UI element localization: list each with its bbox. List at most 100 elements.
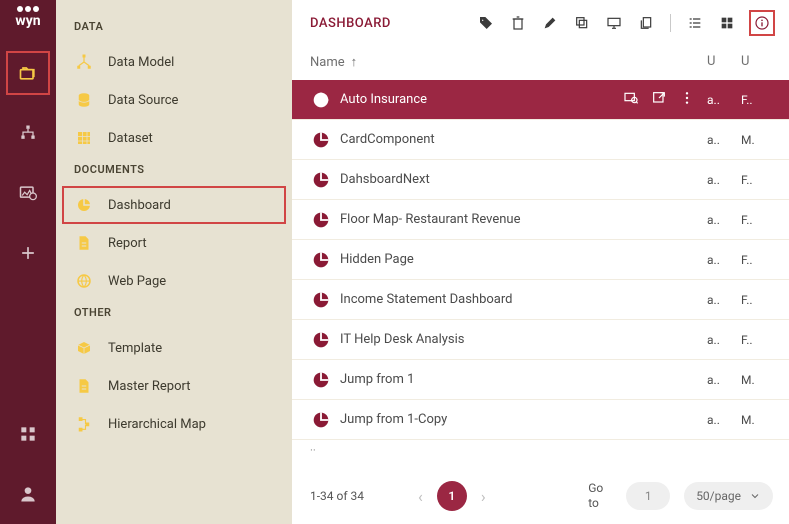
nav-group-label: OTHER [56,300,292,329]
row-name: CardComponent [340,132,707,147]
table-row[interactable]: Jump from 1-Copya..M. [292,400,789,440]
row-u1: a.. [707,133,741,147]
brand-logo: wyn [15,6,40,29]
row-u2: F.. [741,93,775,107]
duplicate-button[interactable] [572,13,592,33]
row-u1: a.. [707,373,741,387]
network-icon [75,53,93,71]
dashboard-row-icon [310,89,332,111]
copy-icon [574,15,590,31]
view-grid-button[interactable] [717,13,737,33]
toolbar-separator [670,14,671,32]
clone-button[interactable] [636,13,656,33]
table-row[interactable]: CardComponenta..M. [292,120,789,160]
more-icon [679,90,695,106]
row-u1: a.. [707,253,741,267]
info-button[interactable] [749,10,775,36]
open-icon [651,90,667,106]
per-page-select[interactable]: 50/page [684,482,773,510]
row-name: Jump from 1-Copy [340,412,707,427]
table-row[interactable]: DahsboardNexta..F.. [292,160,789,200]
nav-item-hierarchical-map[interactable]: Hierarchical Map [56,405,292,443]
nav-item-web-page[interactable]: Web Page [56,262,292,300]
pie-row-icon [310,369,332,391]
row-u2: M. [741,373,775,387]
row-u1: a.. [707,333,741,347]
trash-icon [510,15,526,31]
row-name: IT Help Desk Analysis [340,332,707,347]
dashboard-row-icon [310,249,332,271]
page-next[interactable]: › [481,487,486,506]
duplicate-icon [638,15,654,31]
column-header-u1[interactable]: U [707,54,741,70]
display-button[interactable] [604,13,624,33]
row-actions [623,90,695,110]
nav-item-label: Report [108,236,147,251]
row-u1: a.. [707,93,741,107]
view-list-button[interactable] [685,13,705,33]
row-open-button[interactable] [651,90,667,110]
database-icon [75,91,93,109]
nav-item-dataset[interactable]: Dataset [56,119,292,157]
globe-icon [75,272,93,290]
table-row[interactable]: Jump from 1a..M. [292,360,789,400]
table-row[interactable]: Auto Insurance a..F.. [292,80,789,120]
table-row[interactable]: Hidden Pagea..F.. [292,240,789,280]
image-badge-icon [18,183,38,203]
nav-item-dashboard[interactable]: Dashboard [62,186,286,224]
file-icon [75,234,93,252]
rail-user[interactable] [6,472,50,516]
nav-item-template[interactable]: Template [56,329,292,367]
row-more-button[interactable] [679,90,695,110]
row-name: Jump from 1 [340,372,707,387]
column-header-u2[interactable]: U [741,54,775,70]
pie-row-icon [310,209,332,231]
dashboard-row-icon [310,209,332,231]
rail-apps[interactable] [6,412,50,456]
goto-input[interactable]: 1 [626,482,670,510]
column-header-name[interactable]: Name ↑ [310,54,707,70]
nav-item-label: Hierarchical Map [108,417,206,432]
row-u1: a.. [707,413,741,427]
row-name: Floor Map- Restaurant Revenue [340,212,707,227]
rail-documents[interactable] [6,51,50,95]
nav-item-data-model[interactable]: Data Model [56,43,292,81]
row-u1: a.. [707,173,741,187]
page-prev[interactable]: ‹ [418,487,423,506]
goto-group: Go to 1 50/page [588,481,773,512]
delete-button[interactable] [508,13,528,33]
main-header: DASHBOARD [292,0,789,42]
apps-icon [18,424,38,444]
row-u1: a.. [707,213,741,227]
icon-rail: wyn [0,0,56,524]
chevron-down-icon [749,490,761,502]
pie-row-icon [310,89,332,111]
row-preview-button[interactable] [623,90,639,110]
nav-item-label: Dashboard [108,198,171,213]
tag-button[interactable] [476,13,496,33]
nav-item-data-source[interactable]: Data Source [56,81,292,119]
nav-item-report[interactable]: Report [56,224,292,262]
table-row[interactable]: Income Statement Dashboarda..F.. [292,280,789,320]
rail-media[interactable] [6,171,50,215]
globe-icon-wrapper [74,272,94,290]
nav-item-master-report[interactable]: Master Report [56,367,292,405]
rail-add[interactable] [6,231,50,275]
rail-hierarchy[interactable] [6,111,50,155]
table-row[interactable]: Floor Map- Restaurant Revenuea..F.. [292,200,789,240]
side-nav: DATAData ModelData SourceDatasetDOCUMENT… [56,0,292,524]
pie-icon-wrapper [74,196,94,214]
dashboard-row-icon [310,369,332,391]
row-name: Auto Insurance [340,92,623,107]
edit-button[interactable] [540,13,560,33]
panel-title: DASHBOARD [310,16,476,31]
page-current[interactable]: 1 [437,481,467,511]
page-range: 1-34 of 34 [310,489,370,505]
dashboard-row-icon [310,409,332,431]
goto-label: Go to [588,481,612,512]
table-row[interactable]: IT Help Desk Analysisa..F.. [292,320,789,360]
row-name: DahsboardNext [340,172,707,187]
row-u1: a.. [707,293,741,307]
database-icon-wrapper [74,91,94,109]
rows-more-indicator: ·· [292,440,789,461]
